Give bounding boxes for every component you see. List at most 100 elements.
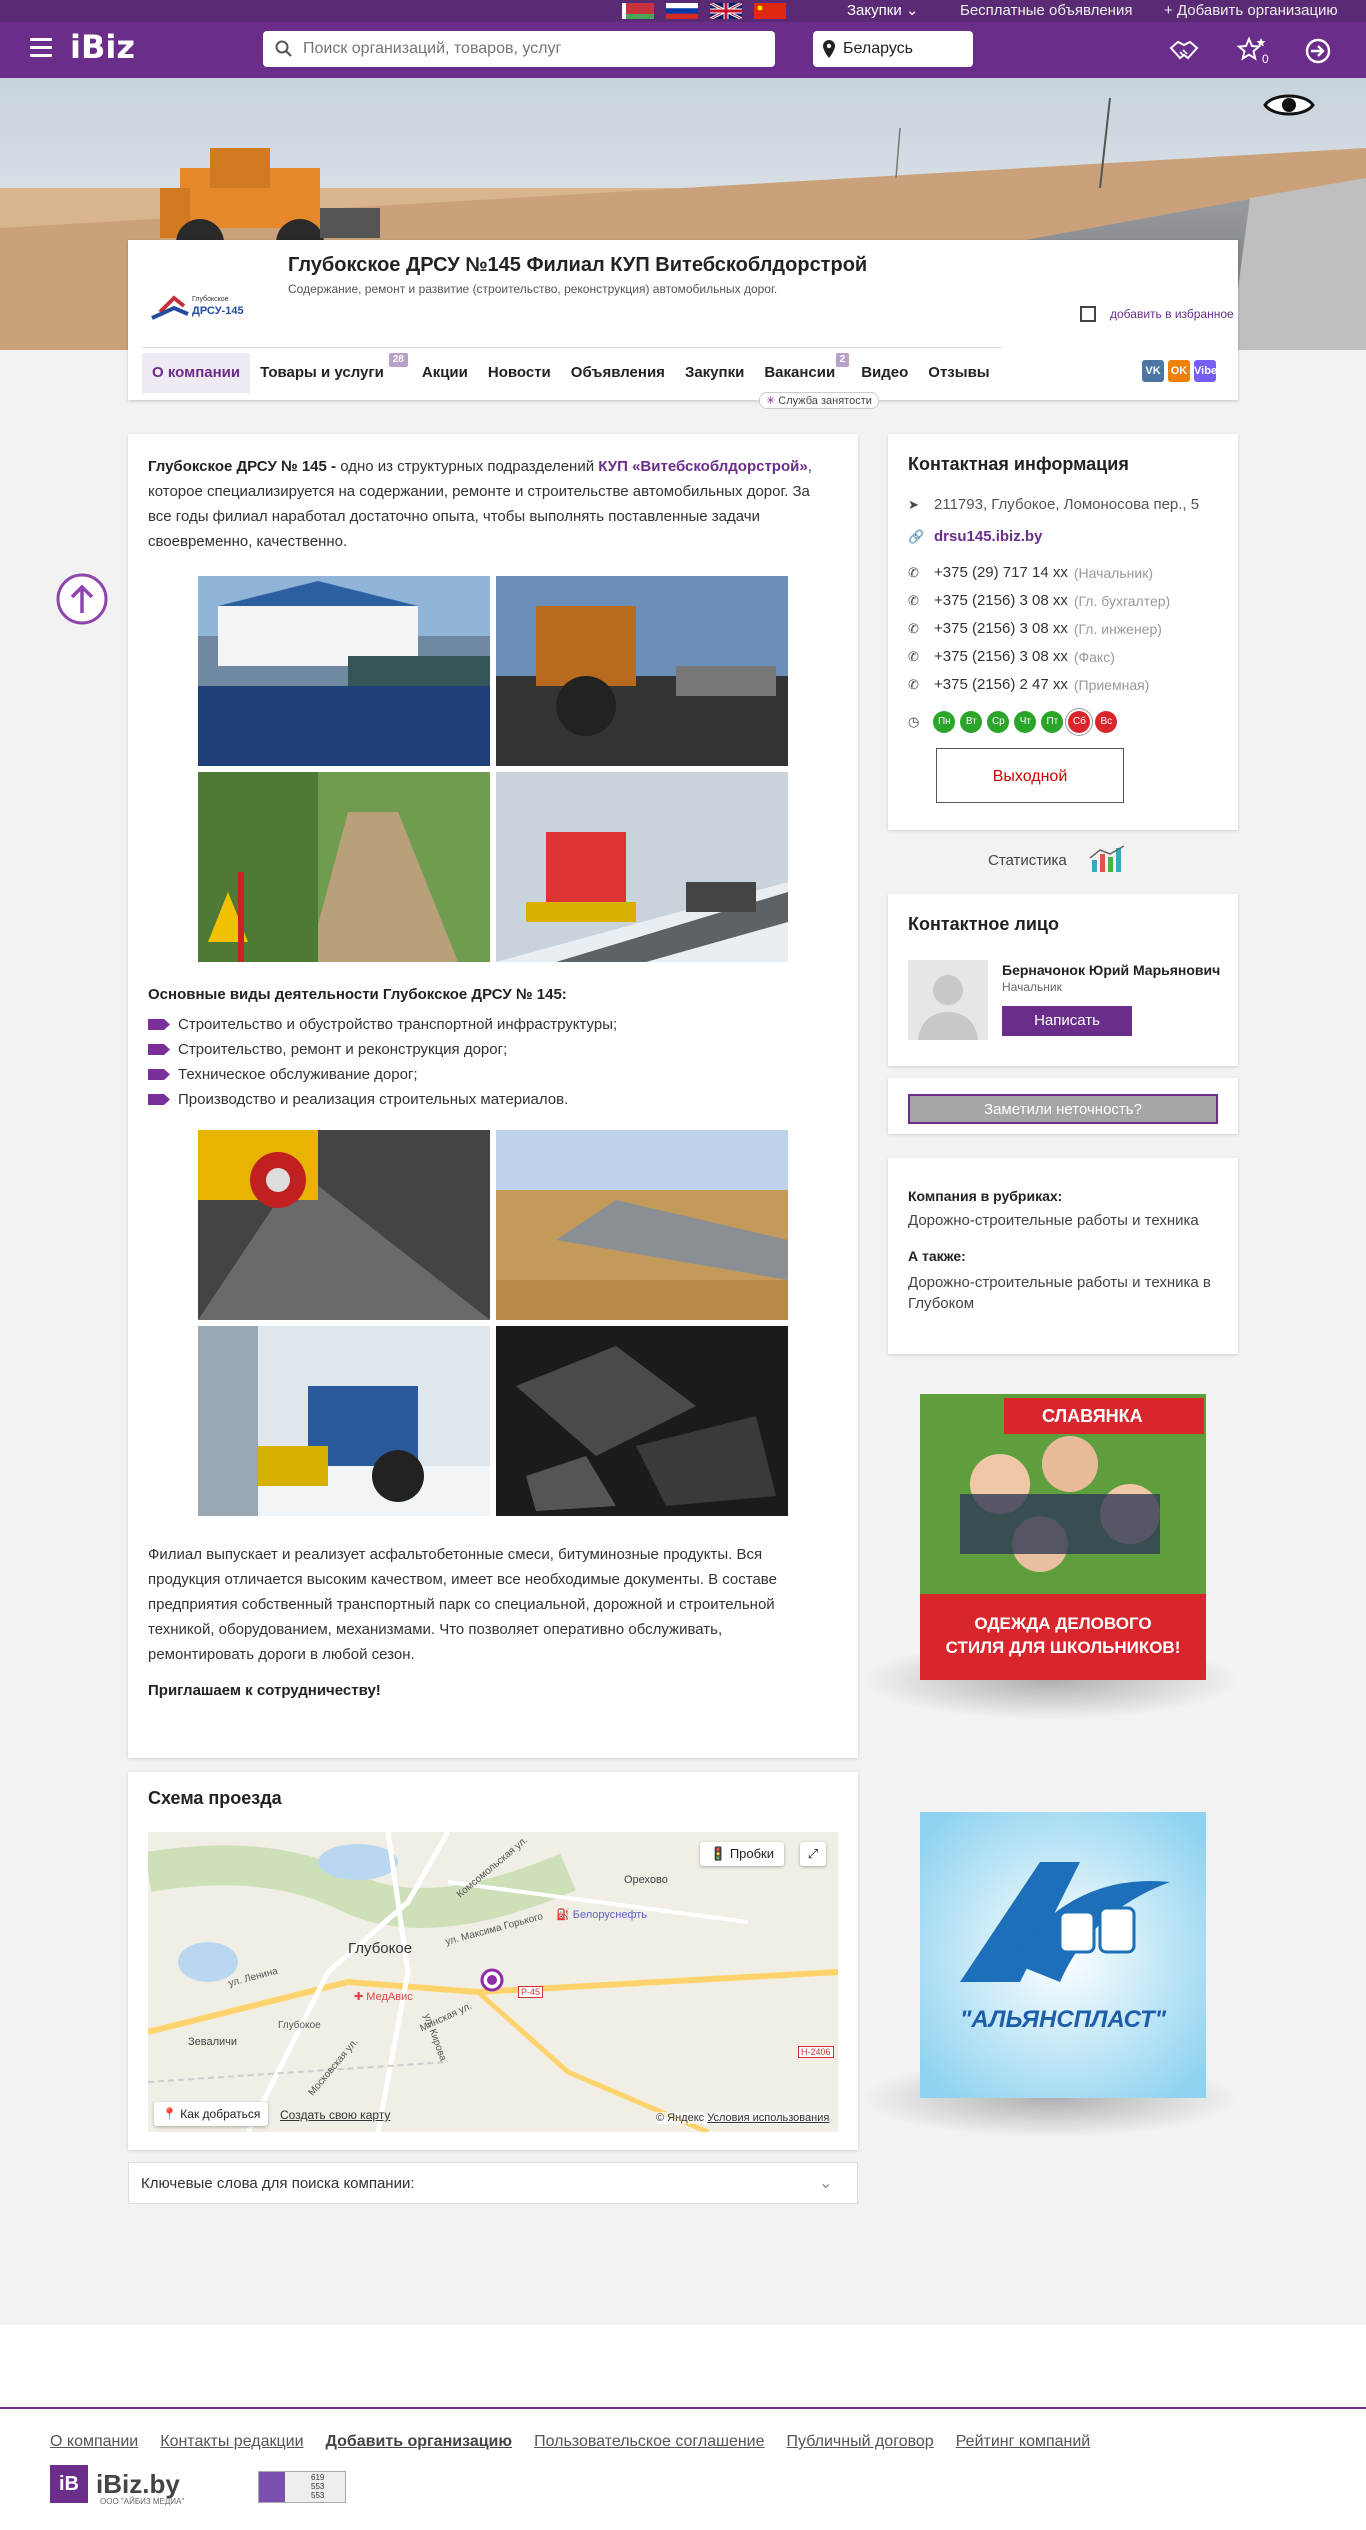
activity-text: Строительство, ремонт и реконструкция до… bbox=[178, 1041, 508, 1058]
login-icon[interactable] bbox=[1302, 36, 1334, 66]
traffic-icon: 🚦 bbox=[710, 1846, 730, 1861]
also-label: А также: bbox=[908, 1248, 966, 1264]
report-error-button[interactable]: Заметили неточность? bbox=[908, 1094, 1218, 1124]
traffic-label: Пробки bbox=[729, 1846, 775, 1861]
tab-label: Отзывы bbox=[928, 364, 990, 381]
ad-alyansplast[interactable]: "АЛЬЯНСПЛАСТ" bbox=[920, 1812, 1206, 2098]
tab-label: Закупки bbox=[684, 364, 745, 381]
tab-ads[interactable]: Объявления bbox=[561, 353, 675, 393]
flag-en-icon[interactable] bbox=[710, 3, 742, 19]
footer-logo[interactable]: iB iBiz.by ООО "АЙБИЗ МЕДИА" bbox=[50, 2465, 184, 2506]
about-lead: Глубокское ДРСУ № 145 - одно из структур… bbox=[148, 454, 828, 554]
statistics-link[interactable]: Статистика bbox=[988, 845, 1125, 872]
list-item: Техническое обслуживание дорог; bbox=[148, 1062, 617, 1087]
flag-ru-icon[interactable] bbox=[666, 3, 698, 19]
footer-link[interactable]: Пользовательское соглашение bbox=[534, 2433, 764, 2451]
tab-about[interactable]: О компании bbox=[142, 353, 251, 393]
handshake-icon[interactable] bbox=[1168, 36, 1200, 66]
day-badge[interactable]: Пт bbox=[1041, 711, 1064, 733]
vk-icon[interactable]: VK bbox=[1142, 360, 1164, 382]
site-link[interactable]: drsu145.ibiz.by bbox=[934, 528, 1042, 545]
phone-row[interactable]: ✆ +375 (2156) 3 08 xx (Факс) bbox=[908, 648, 1115, 665]
footer-link[interactable]: Добавить организацию bbox=[326, 2433, 513, 2451]
search-input[interactable] bbox=[303, 31, 763, 67]
tab-products[interactable]: Товары и услуги 28 bbox=[250, 353, 408, 393]
tab-news[interactable]: Новости bbox=[478, 353, 561, 393]
purchases-menu[interactable]: Закупки ⌄ bbox=[847, 0, 918, 22]
region-select[interactable]: Беларусь bbox=[813, 31, 973, 67]
gallery-photo[interactable] bbox=[496, 576, 788, 766]
ad-slavyanka[interactable]: СЛАВЯНКА ОДЕЖДА ДЕЛОВОГО СТИЛЯ ДЛЯ ШКОЛЬН… bbox=[920, 1394, 1206, 1680]
footer-link[interactable]: Рейтинг компаний bbox=[956, 2433, 1091, 2451]
phone-row[interactable]: ✆ +375 (2156) 3 08 xx (Гл. бухгалтер) bbox=[908, 592, 1170, 609]
flag-cn-icon[interactable] bbox=[754, 3, 786, 19]
day-badge[interactable]: Пн bbox=[933, 711, 956, 733]
activity-text: Производство и реализация строительных м… bbox=[178, 1091, 569, 1108]
gallery-photo[interactable] bbox=[198, 1130, 490, 1320]
rubric-link[interactable]: Дорожно-строительные работы и техника bbox=[908, 1210, 1218, 1231]
tab-promotions[interactable]: Акции bbox=[412, 353, 478, 393]
fuel-station-label: ⛽ Белоруснефть bbox=[556, 1908, 647, 1921]
gallery-photo[interactable] bbox=[198, 772, 490, 962]
company-subtitle: Содержание, ремонт и развитие (строитель… bbox=[288, 282, 778, 296]
map-label: Глубокое bbox=[348, 1940, 413, 1957]
map-title: Схема проезда bbox=[148, 1788, 282, 1808]
tab-purchases[interactable]: Закупки bbox=[675, 353, 754, 393]
day-badge[interactable]: Чт bbox=[1014, 711, 1037, 733]
free-ads-link[interactable]: Бесплатные объявления bbox=[960, 0, 1132, 22]
day-badge[interactable]: Вт bbox=[960, 711, 983, 733]
footer-link[interactable]: Контакты редакции bbox=[160, 2433, 303, 2451]
tab-label: Акции bbox=[421, 364, 468, 381]
gallery-photo[interactable] bbox=[496, 1130, 788, 1320]
avatar bbox=[908, 960, 988, 1040]
gallery-photo[interactable] bbox=[198, 576, 490, 766]
add-favorite[interactable]: добавить в избранное bbox=[1080, 306, 1234, 322]
write-button[interactable]: Написать bbox=[1002, 1006, 1132, 1036]
eye-icon[interactable] bbox=[1263, 88, 1315, 122]
keywords-accordion[interactable]: Ключевые слова для поиска компании: ⌄ bbox=[128, 2162, 858, 2204]
phone-number: +375 (2156) 3 08 xx bbox=[934, 648, 1068, 665]
map-marker-icon[interactable] bbox=[480, 1968, 504, 1992]
clock-icon: ◷ bbox=[908, 714, 920, 729]
about-panel: Глубокское ДРСУ № 145 - одно из структур… bbox=[128, 434, 858, 1758]
day-badge[interactable]: Сб bbox=[1068, 711, 1091, 733]
day-badge[interactable]: Вс bbox=[1095, 711, 1118, 733]
gallery-photo[interactable] bbox=[496, 772, 788, 962]
footer-link[interactable]: О компании bbox=[50, 2433, 138, 2451]
day-badge[interactable]: Ср bbox=[987, 711, 1010, 733]
menu-icon[interactable] bbox=[30, 38, 52, 60]
parent-company-link[interactable]: КУП «Витебскоблдорстрой» bbox=[598, 458, 807, 475]
phone-row[interactable]: ✆ +375 (29) 717 14 xx (Начальник) bbox=[908, 564, 1153, 581]
gallery-photo[interactable] bbox=[198, 1326, 490, 1516]
rubric-link[interactable]: Дорожно-строительные работы и техника в … bbox=[908, 1272, 1218, 1314]
person-name: Берначонок Юрий Марьянович bbox=[1002, 962, 1221, 978]
flag-by-icon[interactable] bbox=[622, 3, 654, 19]
tab-reviews[interactable]: Отзывы bbox=[918, 353, 999, 393]
phone-row[interactable]: ✆ +375 (2156) 3 08 xx (Гл. инженер) bbox=[908, 620, 1162, 637]
create-map-link[interactable]: Создать свою карту bbox=[280, 2108, 390, 2122]
terms-link[interactable]: Условия использования bbox=[707, 2112, 829, 2124]
visit-counter[interactable]: 619 553 553 bbox=[258, 2471, 346, 2503]
phone-icon: ✆ bbox=[908, 564, 919, 580]
add-org-link[interactable]: + Добавить организацию bbox=[1164, 0, 1338, 22]
viber-icon[interactable]: Viber bbox=[1194, 360, 1221, 382]
site-logo[interactable]: iBiz bbox=[70, 28, 135, 66]
ad-text: ОДЕЖДА ДЕЛОВОГО bbox=[974, 1614, 1152, 1633]
list-item: Производство и реализация строительных м… bbox=[148, 1087, 617, 1112]
scroll-up-icon[interactable] bbox=[56, 573, 108, 625]
phone-row[interactable]: ✆ +375 (2156) 2 47 xx (Приемная) bbox=[908, 676, 1149, 693]
ok-icon[interactable]: OK bbox=[1168, 360, 1190, 382]
map-label: МедАвис bbox=[366, 1991, 413, 2003]
tab-vacancies[interactable]: Вакансии 2 bbox=[754, 353, 850, 393]
gallery-photo[interactable] bbox=[496, 1326, 788, 1516]
route-button[interactable]: 📍 Как добраться bbox=[154, 2102, 269, 2126]
traffic-button[interactable]: 🚦 Пробки bbox=[700, 1842, 785, 1866]
tab-video[interactable]: Видео bbox=[851, 353, 918, 393]
map-label: Глубокое bbox=[278, 2020, 321, 2031]
fullscreen-icon[interactable]: ⤢ bbox=[800, 1842, 826, 1866]
bullet-arrow-icon bbox=[148, 1019, 170, 1030]
yandex-map[interactable]: Глубокое Глубокое Зеваличи Орехово ⛽ Бел… bbox=[148, 1832, 838, 2132]
footer-link[interactable]: Публичный договор bbox=[787, 2433, 934, 2451]
alyansplast-logo-icon bbox=[960, 1862, 1170, 1982]
favorite-checkbox[interactable] bbox=[1080, 306, 1096, 322]
